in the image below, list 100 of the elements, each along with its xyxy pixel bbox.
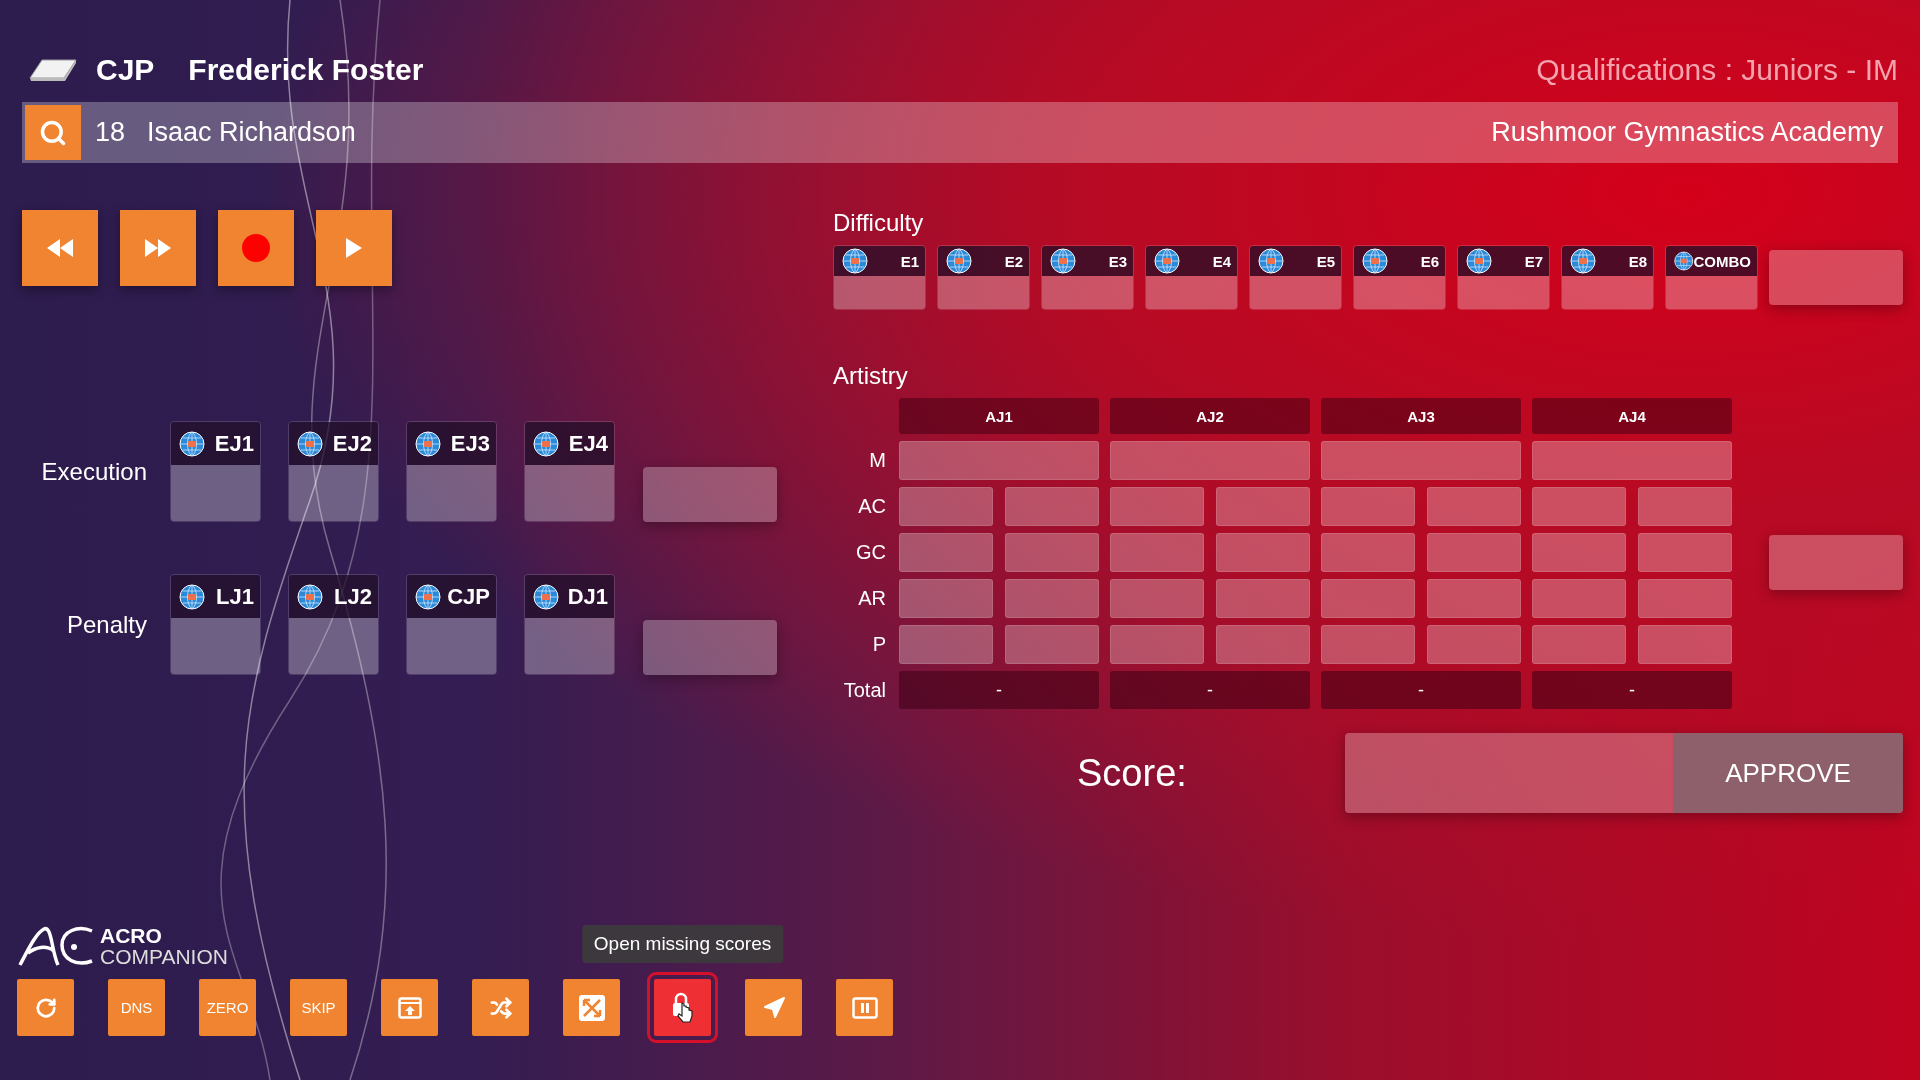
search-button[interactable]: [25, 105, 81, 160]
approve-button[interactable]: APPROVE: [1673, 733, 1903, 813]
section-label: Execution: [40, 457, 147, 486]
score-input[interactable]: [1427, 533, 1521, 572]
upload-button[interactable]: [381, 979, 438, 1036]
acro-companion-logo-icon: [18, 925, 94, 967]
score-input[interactable]: [1110, 579, 1204, 618]
refresh-button[interactable]: [17, 979, 74, 1036]
athlete-name: Isaac Richardson: [147, 117, 356, 148]
navigation-arrow-icon: [761, 995, 786, 1020]
pause-box-icon: [851, 996, 878, 1019]
judge-score-card[interactable]: E4: [1145, 245, 1238, 310]
total-cell: -: [1110, 671, 1310, 709]
judge-score-card[interactable]: E7: [1457, 245, 1550, 310]
score-input[interactable]: [899, 441, 1099, 480]
score-input[interactable]: [1638, 533, 1732, 572]
judge-label: EJ1: [214, 430, 254, 457]
score-input[interactable]: [1005, 579, 1099, 618]
score-input[interactable]: [899, 579, 993, 618]
section-label: Penalty: [65, 610, 147, 639]
upload-box-icon: [397, 996, 422, 1019]
fast-forward-button[interactable]: [120, 210, 196, 286]
globe-icon: [533, 430, 559, 457]
record-button[interactable]: [218, 210, 294, 286]
judge-score-card[interactable]: E3: [1041, 245, 1134, 310]
row-label: AR: [857, 587, 887, 610]
judge-score-card[interactable]: LJ1: [170, 574, 261, 675]
expand-button[interactable]: [563, 979, 620, 1036]
globe-icon: [533, 583, 559, 610]
rewind-icon: [47, 239, 73, 257]
total-cell: -: [899, 671, 1099, 709]
score-input[interactable]: [1216, 533, 1310, 572]
score-input[interactable]: [899, 625, 993, 664]
total-cell: -: [1532, 671, 1732, 709]
total-cell: -: [1321, 671, 1521, 709]
score-input[interactable]: [1427, 625, 1521, 664]
score-input[interactable]: [1321, 579, 1415, 618]
rewind-button[interactable]: [22, 210, 98, 286]
score-input[interactable]: [1110, 441, 1310, 480]
score-input[interactable]: [1532, 579, 1626, 618]
globe-icon: [842, 248, 868, 274]
score-input[interactable]: [1005, 487, 1099, 526]
score-input[interactable]: [1110, 625, 1204, 664]
judge-score-card[interactable]: COMBO: [1665, 245, 1758, 310]
judge-score-card[interactable]: EJ2: [288, 421, 379, 522]
globe-icon: [297, 583, 323, 610]
judge-score-card[interactable]: EJ3: [406, 421, 497, 522]
judge-score-card[interactable]: DJ1: [524, 574, 615, 675]
score-input[interactable]: [1216, 579, 1310, 618]
score-input[interactable]: [1532, 533, 1626, 572]
play-button[interactable]: [316, 210, 392, 286]
pause-button[interactable]: [836, 979, 893, 1036]
search-icon: [39, 118, 67, 147]
globe-icon: [1674, 248, 1694, 274]
globe-icon: [1362, 248, 1388, 274]
score-input[interactable]: [1110, 533, 1204, 572]
judge-role: CJP: [96, 53, 155, 87]
score-input[interactable]: [1005, 625, 1099, 664]
score-input[interactable]: [899, 533, 993, 572]
score-input[interactable]: [1005, 533, 1099, 572]
score-input[interactable]: [1638, 579, 1732, 618]
score-input[interactable]: [1532, 625, 1626, 664]
score-input[interactable]: [1321, 533, 1415, 572]
score-input[interactable]: [899, 487, 993, 526]
judge-label: EJ4: [568, 430, 608, 457]
judge-label: LJ1: [216, 583, 254, 610]
section-title: Artistry: [833, 362, 909, 390]
score-input[interactable]: [1427, 579, 1521, 618]
judge-score-card[interactable]: EJ1: [170, 421, 261, 522]
globe-icon: [179, 430, 205, 457]
judge-score-card[interactable]: EJ4: [524, 421, 615, 522]
score-input[interactable]: [1427, 487, 1521, 526]
athlete-number: 18: [95, 117, 126, 148]
judge-score-card[interactable]: LJ2: [288, 574, 379, 675]
score-input[interactable]: [1110, 487, 1204, 526]
score-input[interactable]: [1532, 441, 1732, 480]
judge-score-card[interactable]: E5: [1249, 245, 1342, 310]
judge-score-card[interactable]: E1: [833, 245, 926, 310]
shuffle-button[interactable]: [472, 979, 529, 1036]
send-button[interactable]: [745, 979, 802, 1036]
score-input[interactable]: [1638, 625, 1732, 664]
score-input[interactable]: [1216, 625, 1310, 664]
score-input[interactable]: [1638, 487, 1732, 526]
section-title: Difficulty: [833, 209, 925, 237]
play-icon: [346, 238, 362, 258]
score-input[interactable]: [1321, 441, 1521, 480]
judge-label: EJ2: [332, 430, 372, 457]
globe-icon: [946, 248, 972, 274]
score-input[interactable]: [1532, 487, 1626, 526]
score-input[interactable]: [1321, 487, 1415, 526]
judge-score-card[interactable]: E6: [1353, 245, 1446, 310]
score-input[interactable]: [1321, 625, 1415, 664]
column-header: AJ1: [899, 398, 1099, 434]
judge-score-card[interactable]: E2: [937, 245, 1030, 310]
score-input[interactable]: [1216, 487, 1310, 526]
judge-label: E8: [1628, 252, 1647, 270]
judge-score-card[interactable]: CJP: [406, 574, 497, 675]
globe-icon: [1570, 248, 1596, 274]
judge-label: E1: [900, 252, 919, 270]
judge-score-card[interactable]: E8: [1561, 245, 1654, 310]
